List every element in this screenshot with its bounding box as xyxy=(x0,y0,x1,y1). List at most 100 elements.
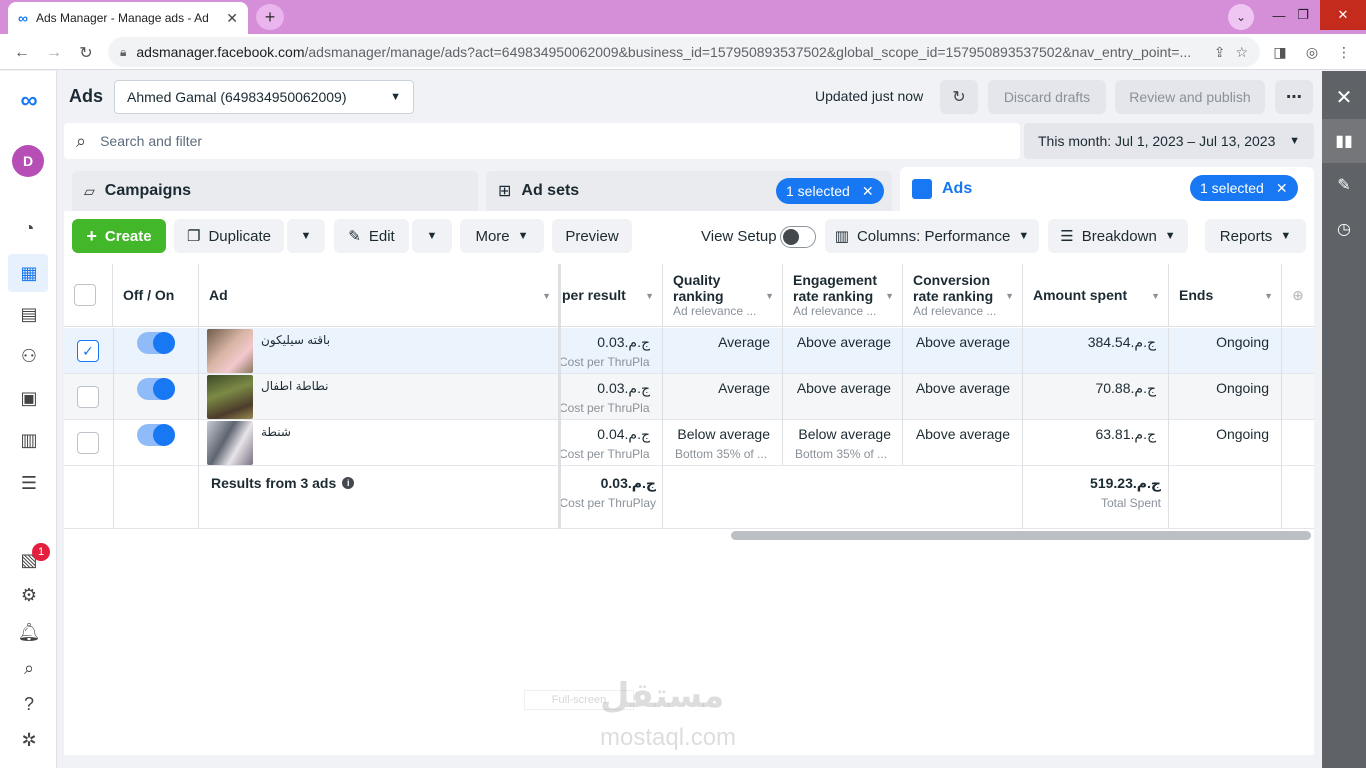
chevron-down-icon: ▼ xyxy=(426,230,438,242)
browser-menu-icon[interactable]: ⋮ xyxy=(1334,42,1354,62)
cost-value: ج.م.0.03 xyxy=(597,380,650,396)
header-conversion[interactable]: Conversion rate ranking Ad relevance ...… xyxy=(903,264,1023,327)
sort-caret-icon[interactable]: ▼ xyxy=(542,291,551,301)
frozen-column-divider[interactable] xyxy=(558,264,561,529)
refresh-button[interactable]: ↻ xyxy=(940,80,978,114)
header-cost[interactable]: per result ▼ xyxy=(560,264,663,327)
sort-caret-icon[interactable]: ▼ xyxy=(1264,291,1273,301)
row-checkbox[interactable] xyxy=(77,432,99,454)
table-row[interactable]: نطاطة اطفال ج.م.0.03 Cost per ThruPlay A… xyxy=(64,374,1314,420)
new-tab-button[interactable]: + xyxy=(256,4,284,30)
sidebar-toggle-icon[interactable]: ◨ xyxy=(1270,42,1290,62)
header-engagement[interactable]: Engagement rate ranking Ad relevance ...… xyxy=(783,264,903,327)
bookmark-star-icon[interactable]: ☆ xyxy=(1235,44,1248,61)
tab-close-icon[interactable]: ✕ xyxy=(226,10,238,27)
address-bar[interactable]: 🔒︎ adsmanager.facebook.com/adsmanager/ma… xyxy=(108,37,1260,67)
horizontal-scrollbar[interactable] xyxy=(731,531,1311,540)
view-setup-toggle[interactable] xyxy=(780,226,816,248)
header-spent-label: Amount spent xyxy=(1033,287,1128,303)
discard-drafts-button[interactable]: Discard drafts xyxy=(988,80,1106,114)
pages-icon[interactable]: ▤ xyxy=(14,299,44,329)
sort-caret-icon[interactable]: ▼ xyxy=(1151,291,1160,301)
header-ad[interactable]: Ad ▼ xyxy=(199,264,560,327)
alerts-bell-icon[interactable]: 🔔︎ xyxy=(14,617,44,647)
columns-button[interactable]: ▥ Columns: Performance ▼ xyxy=(825,219,1039,253)
select-all-checkbox[interactable] xyxy=(74,284,96,306)
search-filter-bar[interactable]: ⌕ Search and filter xyxy=(64,123,1020,159)
bug-report-icon[interactable]: ✲ xyxy=(14,725,44,755)
ad-name[interactable]: نطاطة اطفال xyxy=(261,379,329,393)
all-tools-menu-icon[interactable]: ☰ xyxy=(14,468,44,498)
more-options-button[interactable]: ⋯ xyxy=(1275,80,1313,114)
ads-selected-pill[interactable]: 1 selected ✕ xyxy=(1190,175,1298,201)
header-spent[interactable]: Amount spent ▼ xyxy=(1023,264,1169,327)
edit-button[interactable]: ✎ Edit xyxy=(334,219,409,253)
ad-name[interactable]: شنطة xyxy=(261,425,291,439)
tab-campaigns[interactable]: ▱ Campaigns xyxy=(72,171,478,211)
create-button[interactable]: + Create xyxy=(72,219,166,253)
search-input[interactable]: Search and filter xyxy=(100,133,202,149)
row-checkbox[interactable]: ✓ xyxy=(77,340,99,362)
sort-caret-icon[interactable]: ▼ xyxy=(765,291,774,301)
search-icon[interactable]: ⌕ xyxy=(14,653,44,683)
adsets-selected-pill[interactable]: 1 selected ✕ xyxy=(776,178,884,204)
ad-thumbnail[interactable] xyxy=(207,421,253,465)
row-toggle[interactable] xyxy=(137,332,175,354)
tab-search-button[interactable]: ⌄ xyxy=(1228,4,1254,30)
header-quality[interactable]: Quality ranking Ad relevance ... ▼ xyxy=(663,264,783,327)
breakdown-button[interactable]: ☰ Breakdown ▼ xyxy=(1048,219,1188,253)
reload-button[interactable]: ↻ xyxy=(75,42,97,64)
extension-icon[interactable]: ◎ xyxy=(1302,42,1322,62)
row-checkbox[interactable] xyxy=(77,386,99,408)
table-row[interactable]: شنطة ج.م.0.04 Cost per ThruPlay Below av… xyxy=(64,420,1314,466)
clear-selection-icon[interactable]: ✕ xyxy=(862,183,874,200)
window-close-button[interactable]: ✕ xyxy=(1320,0,1366,30)
billing-icon[interactable]: ▥ xyxy=(14,425,44,455)
sort-caret-icon[interactable]: ▼ xyxy=(885,291,894,301)
ad-thumbnail[interactable] xyxy=(207,329,253,373)
overview-gauge-icon[interactable]: ◔ xyxy=(14,213,44,243)
header-onoff[interactable]: Off / On xyxy=(113,264,199,327)
date-range-picker[interactable]: This month: Jul 1, 2023 – Jul 13, 2023 ▼ xyxy=(1024,123,1314,159)
audiences-icon[interactable]: ⚇ xyxy=(14,341,44,371)
account-selector[interactable]: Ahmed Gamal (649834950062009) ▼ xyxy=(114,80,414,114)
campaigns-table-icon[interactable]: ▦ xyxy=(14,258,44,288)
duplicate-button[interactable]: ❐ Duplicate xyxy=(174,219,284,253)
history-clock-icon[interactable]: ◷ xyxy=(1322,207,1366,251)
ad-library-icon[interactable]: ▣ xyxy=(14,383,44,413)
close-panel-icon[interactable]: ✕ xyxy=(1322,75,1366,119)
edit-dropdown-button[interactable]: ▼ xyxy=(412,219,452,253)
settings-gear-icon[interactable]: ⚙ xyxy=(14,580,44,610)
account-avatar[interactable]: D xyxy=(12,145,44,177)
pencil-icon: ✎ xyxy=(348,228,361,245)
row-toggle[interactable] xyxy=(137,378,175,400)
watermark-logo-text: مستقل xyxy=(600,677,725,715)
tab-adsets[interactable]: ⊞ Ad sets 1 selected ✕ xyxy=(486,171,892,211)
help-icon[interactable]: ? xyxy=(14,689,44,719)
review-publish-button[interactable]: Review and publish xyxy=(1115,80,1265,114)
more-button[interactable]: More ▼ xyxy=(460,219,544,253)
header-ends[interactable]: Ends ▼ xyxy=(1169,264,1282,327)
browser-tab[interactable]: ∞ Ads Manager - Manage ads - Ad ✕ xyxy=(8,2,248,34)
preview-button[interactable]: Preview xyxy=(552,219,632,253)
forward-button[interactable]: → xyxy=(43,42,65,64)
meta-logo-icon[interactable]: ∞ xyxy=(14,86,44,116)
info-icon[interactable]: i xyxy=(342,477,355,489)
add-column-button[interactable]: ⊕ xyxy=(1282,264,1314,327)
page-title: Ads xyxy=(69,86,104,106)
sort-caret-icon[interactable]: ▼ xyxy=(645,291,654,301)
back-button[interactable]: ← xyxy=(11,42,33,64)
duplicate-dropdown-button[interactable]: ▼ xyxy=(287,219,325,253)
clear-selection-icon[interactable]: ✕ xyxy=(1276,180,1288,197)
edit-pencil-icon[interactable]: ✎ xyxy=(1322,163,1366,207)
cost-sub: Cost per ThruPlay xyxy=(559,401,650,415)
share-icon[interactable]: ⇪ xyxy=(1214,44,1226,61)
charts-icon[interactable]: ▮▮ xyxy=(1322,119,1366,163)
row-toggle[interactable] xyxy=(137,424,175,446)
tab-ads[interactable]: Ads 1 selected ✕ xyxy=(900,167,1314,211)
sort-caret-icon[interactable]: ▼ xyxy=(1005,291,1014,301)
table-row[interactable]: ✓ باقته سيليكون ج.م.0.03 Cost per ThruPl… xyxy=(64,328,1314,374)
reports-button[interactable]: Reports ▼ xyxy=(1205,219,1306,253)
ad-name[interactable]: باقته سيليكون xyxy=(261,333,330,347)
ad-thumbnail[interactable] xyxy=(207,375,253,419)
